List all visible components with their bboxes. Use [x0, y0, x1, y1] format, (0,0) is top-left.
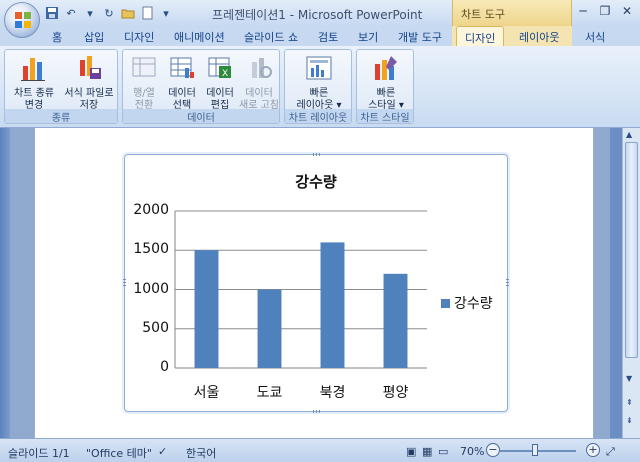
title-bar: 차트 도구 ↶ ▾ ↻ ▾ 프레젠테이션1 - Microsoft PowerP… — [0, 0, 640, 26]
group-chart-styles: 빠른 스타일 ▾ 차트 스타일 — [356, 49, 414, 124]
bar[interactable] — [257, 289, 282, 369]
tab-animations[interactable]: 애니메이션 — [174, 29, 225, 45]
minimize-icon[interactable]: ─ — [572, 2, 594, 20]
bar-chart-icon — [21, 58, 45, 81]
template-save-icon — [80, 56, 101, 79]
left-pane-edge — [0, 128, 10, 438]
slideshow-view-icon[interactable]: ▭ — [438, 445, 448, 458]
tab-insert[interactable]: 삽입 — [84, 29, 104, 45]
close-icon[interactable]: ✕ — [616, 2, 638, 20]
scroll-thumb[interactable] — [625, 142, 638, 358]
x-tick-label: 서울 — [193, 385, 220, 401]
group-type: 차트 종류 변경 서식 파일로 저장 종류 — [4, 49, 118, 124]
switch-row-column-button[interactable]: 행/열 전환 — [125, 54, 163, 112]
fit-to-window-icon[interactable]: ⤢ — [606, 445, 615, 459]
group-label-type: 종류 — [5, 109, 117, 124]
quick-access-toolbar: ↶ ▾ ↻ ▾ — [44, 5, 174, 21]
chart-object[interactable]: 강수량 0 500 1000 1500 2000 서울 도쿄 북경 평양 강수량 — [123, 153, 509, 413]
tab-review[interactable]: 검토 — [318, 29, 338, 45]
next-slide-icon[interactable]: ⇟ — [626, 416, 633, 425]
tab-developer[interactable]: 개발 도구 — [398, 29, 442, 45]
scroll-down-icon[interactable]: ▼ — [626, 374, 632, 383]
group-data: 행/열 전환 데이터 선택 X 데이터 편집 데이터 새로 고침 데이터 — [122, 49, 280, 124]
bar[interactable] — [383, 273, 408, 368]
office-button[interactable] — [4, 2, 40, 38]
dropdown-arrow-icon[interactable]: ▾ — [82, 5, 98, 21]
group-label-chart-styles: 차트 스타일 — [357, 109, 413, 124]
theme-name[interactable]: "Office 테마" — [86, 445, 152, 461]
y-tick-label: 2000 — [133, 202, 169, 218]
refresh-data-button[interactable]: 데이터 새로 고침 — [237, 54, 281, 112]
zoom-out-icon[interactable]: − — [486, 443, 500, 457]
context-tools-title: 차트 도구 — [461, 8, 505, 21]
tab-home[interactable]: 홈 — [52, 29, 62, 45]
previous-slide-icon[interactable]: ⇞ — [626, 398, 633, 407]
zoom-slider[interactable] — [500, 450, 576, 452]
status-bar: 슬라이드 1/1 "Office 테마" ✓ 한국어 ▣ ▦ ▭ 70% − +… — [0, 438, 640, 462]
ribbon-tabs: 홈 삽입 디자인 애니메이션 슬라이드 쇼 검토 보기 개발 도구 디자인 레이… — [0, 26, 640, 47]
undo-icon[interactable]: ↶ — [63, 5, 79, 21]
y-tick-label: 1500 — [133, 241, 169, 258]
zoom-level[interactable]: 70% — [460, 445, 484, 458]
language-indicator[interactable]: 한국어 — [186, 445, 216, 461]
switch-row-column-icon — [132, 57, 156, 77]
y-tick-label: 500 — [142, 319, 169, 336]
restore-icon[interactable]: ❐ — [594, 2, 616, 20]
quick-styles-icon — [375, 56, 397, 80]
x-tick-label: 평양 — [382, 385, 409, 401]
change-chart-type-button[interactable]: 차트 종류 변경 — [9, 54, 59, 112]
refresh-data-icon — [252, 58, 272, 78]
x-tick-label: 도쿄 — [256, 385, 283, 401]
zoom-slider-knob[interactable] — [532, 444, 538, 456]
group-chart-layouts: 빠른 레이아웃 ▾ 차트 레이아웃 — [284, 49, 352, 124]
customize-qat-icon[interactable]: ▾ — [158, 5, 174, 21]
redo-icon[interactable]: ↻ — [101, 5, 117, 21]
open-folder-icon[interactable] — [120, 5, 136, 21]
chart-legend[interactable]: 강수량 — [441, 293, 493, 313]
select-data-button[interactable]: 데이터 선택 — [163, 54, 201, 112]
context-tools-header: 차트 도구 — [452, 0, 572, 26]
window-title: 프레젠테이션1 - Microsoft PowerPoint — [212, 8, 423, 22]
x-tick-label: 북경 — [319, 385, 346, 401]
tab-slideshow[interactable]: 슬라이드 쇼 — [244, 29, 298, 45]
window-controls: ─ ❐ ✕ — [572, 2, 638, 20]
tab-chart-format[interactable]: 서식 — [585, 29, 605, 45]
slide-sorter-icon[interactable]: ▦ — [422, 445, 432, 458]
quick-layout-button[interactable]: 빠른 레이아웃 ▾ — [289, 54, 349, 112]
select-data-icon — [170, 57, 194, 78]
tab-chart-design[interactable]: 디자인 — [456, 26, 505, 47]
zoom-in-icon[interactable]: + — [586, 443, 600, 457]
normal-view-icon[interactable]: ▣ — [406, 445, 416, 458]
svg-text:X: X — [222, 69, 228, 79]
y-tick-label: 1000 — [133, 280, 169, 297]
group-label-chart-layouts: 차트 레이아웃 — [285, 109, 351, 124]
tab-chart-layout[interactable]: 레이아웃 — [519, 29, 559, 45]
tab-view[interactable]: 보기 — [358, 29, 378, 45]
quick-layout-icon — [306, 56, 332, 80]
group-label-data: 데이터 — [123, 109, 279, 124]
save-icon[interactable] — [44, 5, 60, 21]
tab-design[interactable]: 디자인 — [124, 29, 154, 45]
slide-indicator: 슬라이드 1/1 — [8, 447, 70, 460]
plot-area[interactable] — [125, 155, 509, 413]
scroll-up-icon[interactable]: ▲ — [626, 130, 632, 139]
y-tick-label: 0 — [160, 359, 169, 375]
save-as-template-button[interactable]: 서식 파일로 저장 — [59, 54, 119, 112]
edit-data-button[interactable]: X 데이터 편집 — [201, 54, 239, 112]
spellcheck-icon[interactable]: ✓ — [158, 445, 167, 458]
bar[interactable] — [320, 242, 345, 368]
ribbon: 차트 종류 변경 서식 파일로 저장 종류 행/열 전환 데이터 선택 X 데이… — [0, 46, 640, 128]
excel-edit-icon: X — [208, 57, 231, 79]
legend-swatch — [441, 298, 450, 308]
new-document-icon[interactable] — [139, 5, 155, 21]
legend-label: 강수량 — [454, 296, 493, 312]
office-logo-icon — [15, 12, 31, 28]
vertical-scrollbar[interactable]: ▲ ▼ ⇞ ⇟ — [622, 128, 640, 438]
quick-styles-button[interactable]: 빠른 스타일 ▾ — [359, 54, 413, 112]
bar[interactable] — [194, 250, 219, 368]
